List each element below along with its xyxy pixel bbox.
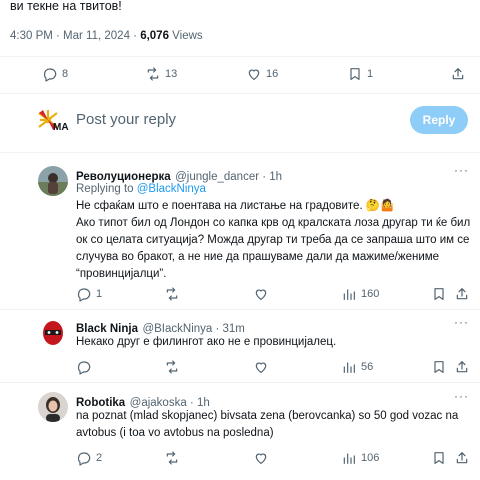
heart-icon [253,359,269,375]
views-icon [341,450,357,466]
reply-line: ок со целата ситуација? Можда другар ти … [76,234,470,246]
reply-submit-button[interactable]: Reply [410,106,468,134]
retweet-button[interactable]: 13 [145,66,177,82]
heart-icon [253,450,269,466]
bookmark-count: 1 [367,68,374,80]
reply-line: Ако типот бил од Лондон со капка крв од … [76,217,471,229]
share-icon [454,450,470,466]
replying-to-label: Replying to [76,183,134,195]
reply-line: na poznat (mlad skopjanec) bivsata zena … [76,410,459,422]
like-button[interactable] [253,450,269,466]
divider [0,382,480,383]
reply-text: na poznat (mlad skopjanec) bivsata zena … [76,408,476,442]
like-button[interactable] [253,286,269,302]
like-count: 16 [266,68,279,80]
avatar[interactable] [38,166,68,196]
views-button[interactable]: 106 [341,450,379,466]
divider [0,93,480,94]
divider [0,309,480,310]
reply-count: 1 [96,288,103,300]
bookmark-icon [431,450,447,466]
avatar[interactable] [38,318,68,348]
views-count: 6,076 [140,30,169,42]
retweet-icon [164,359,180,375]
like-button[interactable] [253,359,269,375]
share-button[interactable] [450,66,466,82]
flag-logo-icon: MA [38,110,69,133]
comment-icon [76,450,92,466]
reply-button[interactable]: 1 [76,286,102,302]
replying-to: Replying to @BlackNinya [76,183,206,195]
more-icon[interactable]: ··· [454,389,469,403]
bookmark-button[interactable]: 1 [347,66,373,82]
share-button[interactable] [454,450,470,466]
share-icon [454,359,470,375]
reply-input[interactable]: Post your reply [76,111,176,128]
views-icon [341,286,357,302]
more-icon[interactable]: ··· [454,163,469,177]
retweet-button[interactable] [164,286,180,302]
user-avatar[interactable]: MA [38,108,70,133]
views-count: 56 [361,361,374,373]
author-name[interactable]: Револуционерка [76,171,171,183]
share-icon [454,286,470,302]
views-button[interactable]: 56 [341,359,373,375]
svg-text:MA: MA [53,122,69,132]
comment-icon [42,66,58,82]
retweet-icon [145,66,161,82]
divider [0,56,480,57]
bookmark-button[interactable] [431,450,447,466]
reply-count: 8 [62,68,69,80]
retweet-button[interactable] [164,359,180,375]
replying-to-handle[interactable]: @BlackNinya [137,183,206,195]
divider [0,152,480,153]
comment-icon [76,286,92,302]
reply-line: avtobus (i toa vo avtobus na posledna) [76,427,274,439]
share-button[interactable] [454,359,470,375]
reply-button[interactable]: 8 [42,66,68,82]
comment-icon [76,359,92,375]
reply-line: случува во бракот, а не ние да прашуваме… [76,251,440,263]
share-button[interactable] [454,286,470,302]
views-button[interactable]: 160 [341,286,379,302]
reply-text: Некако друг е филингот ако не е провинци… [76,334,476,351]
share-icon [450,66,466,82]
retweet-icon [164,450,180,466]
author-handle[interactable]: @jungle_dancer · 1h [175,171,282,183]
bookmark-button[interactable] [431,286,447,302]
reply-button[interactable]: 2 [76,450,102,466]
views-label: Views [172,30,203,42]
reply-button[interactable] [76,359,92,375]
bookmark-icon [431,286,447,302]
bookmark-icon [347,66,363,82]
reply-line: Некако друг е филингот ако не е провинци… [76,336,337,348]
views-count: 106 [361,452,380,464]
reply-text: Не сфаќам што е поентава на листање на г… [76,198,476,283]
retweet-icon [164,286,180,302]
more-icon[interactable]: ··· [454,315,469,329]
like-button[interactable]: 16 [246,66,278,82]
heart-icon [246,66,262,82]
main-tweet-text: ви текне на твитов! [10,0,122,13]
reply-line: Не сфаќам што е поентава на листање на г… [76,200,395,212]
bookmark-button[interactable] [431,359,447,375]
reply-line: “провинцијалци”. [76,268,167,280]
views-count: 160 [361,288,380,300]
avatar[interactable] [38,392,68,422]
heart-icon [253,286,269,302]
tweet-timestamp[interactable]: 4:30 PM · Mar 11, 2024 · 6,076 Views [10,30,203,42]
timestamp-text: 4:30 PM · Mar 11, 2024 · [10,30,137,42]
bookmark-icon [431,359,447,375]
views-icon [341,359,357,375]
retweet-count: 13 [165,68,178,80]
reply-count: 2 [96,452,103,464]
retweet-button[interactable] [164,450,180,466]
